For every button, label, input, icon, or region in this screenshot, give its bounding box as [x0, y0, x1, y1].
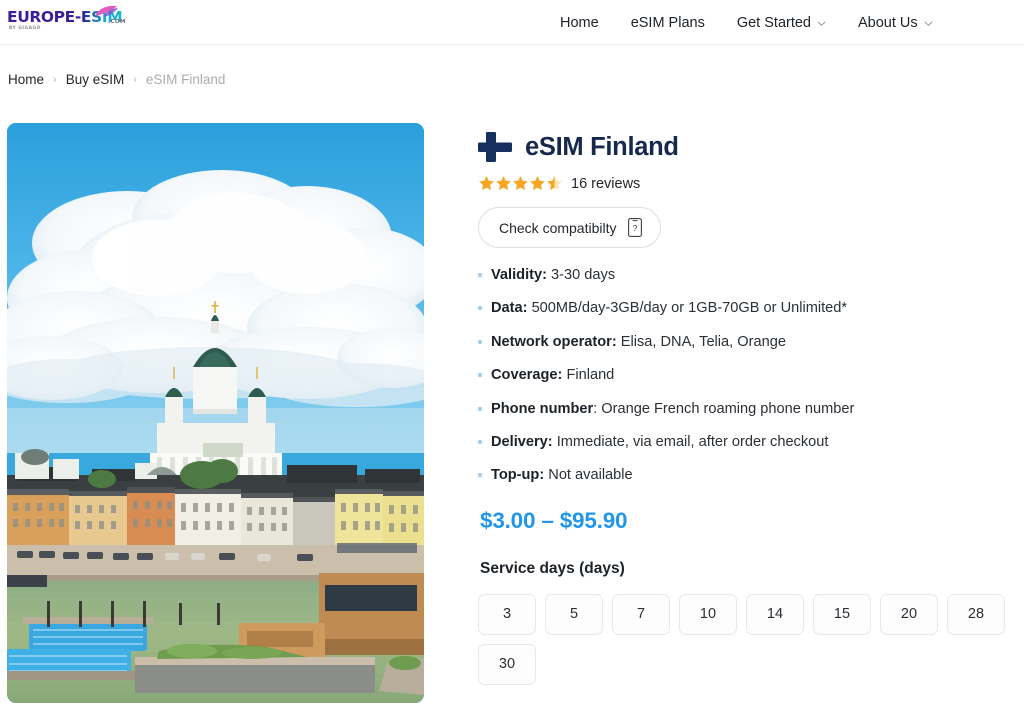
spec-item-network-operator: Network operator: Elisa, DNA, Telia, Ora… [478, 333, 1018, 352]
star-full-icon [479, 176, 494, 191]
spec-value: Elisa, DNA, Telia, Orange [620, 333, 786, 350]
star-half-icon [547, 176, 562, 191]
nav-label: About Us [858, 14, 918, 31]
nav-item-home[interactable]: Home [560, 15, 599, 31]
spec-value: Not available [548, 467, 633, 484]
price-range: $3.00 – $95.90 [480, 507, 628, 533]
chevron-down-icon [817, 19, 826, 28]
spec-label: Delivery: [491, 434, 553, 451]
spec-value: 3-30 days [551, 267, 616, 283]
product-details: eSIM Finland 16 reviews Check compatibil… [478, 132, 1018, 685]
variation-label: Service days (days) [480, 559, 625, 577]
service-days-options: 3 5 7 10 14 15 20 28 30 [478, 593, 1024, 685]
breadcrumb-item-buy-esim[interactable]: Buy eSIM [66, 72, 125, 87]
star-full-icon [513, 176, 528, 191]
spec-label: Phone number [491, 400, 594, 417]
product-title-row: eSIM Finland [478, 132, 1018, 162]
check-compatibility-button[interactable]: Check compatibilty ? [478, 207, 661, 248]
nav-label: Home [560, 14, 599, 31]
logo-domain-text: .COM [108, 19, 126, 25]
spec-item-validity: Validity: 3-30 days [478, 266, 1018, 285]
star-rating [478, 175, 563, 192]
spec-label: Coverage: [491, 367, 563, 384]
spec-value: : Orange French roaming phone number [593, 400, 855, 417]
review-count-label: 16 reviews [571, 175, 641, 192]
service-day-option[interactable]: 20 [880, 593, 938, 635]
spec-item-data: Data: 500MB/day-3GB/day or 1GB-70GB or U… [478, 299, 1018, 318]
nav-item-esim-plans[interactable]: eSIM Plans [631, 15, 705, 31]
breadcrumb-item-home[interactable]: Home [8, 72, 44, 87]
spec-value: 500MB/day-3GB/day or 1GB-70GB or Unlimit… [531, 300, 848, 317]
page-title: eSIM Finland [525, 132, 679, 161]
product-spec-list: Validity: 3-30 days Data: 500MB/day-3GB/… [478, 266, 1018, 486]
service-day-option[interactable]: 7 [612, 593, 670, 635]
spec-item-coverage: Coverage: Finland [478, 366, 1018, 385]
star-full-icon [530, 176, 545, 191]
service-day-option[interactable]: 15 [813, 593, 871, 635]
service-day-option[interactable]: 10 [679, 593, 737, 635]
spec-item-top-up: Top-up: Not available [478, 466, 1018, 485]
service-day-option[interactable]: 30 [478, 643, 536, 685]
finland-flag-cross-icon [478, 132, 512, 162]
product-page: EUROPE-ESIM .COM BY GIGAGO Home eSIM Pla… [0, 0, 1024, 703]
phone-question-icon: ? [627, 218, 642, 237]
spec-label: Validity: [491, 267, 547, 283]
breadcrumb-separator: › [53, 73, 57, 86]
breadcrumb-separator: › [133, 73, 137, 86]
star-full-icon [496, 176, 511, 191]
service-day-option[interactable]: 3 [478, 593, 536, 635]
nav-item-about-us[interactable]: About Us [858, 15, 933, 31]
breadcrumb: Home › Buy eSIM › eSIM Finland [8, 72, 225, 87]
service-day-option[interactable]: 14 [746, 593, 804, 635]
nav-label: eSIM Plans [630, 14, 705, 31]
helsinki-cityscape-illustration [7, 123, 424, 703]
logo-text-europe: EUROPE [7, 8, 75, 26]
logo-tagline: BY GIGAGO [9, 26, 41, 31]
spec-item-delivery: Delivery: Immediate, via email, after or… [478, 433, 1018, 452]
rating-row[interactable]: 16 reviews [478, 175, 1018, 192]
chevron-down-icon [924, 19, 933, 28]
nav-label: Get Started [736, 14, 811, 31]
breadcrumb-item-current: eSIM Finland [145, 72, 226, 87]
spec-label: Data: [491, 300, 528, 317]
main-navigation: Home eSIM Plans Get Started About Us [560, 0, 933, 45]
spec-label: Top-up: [491, 467, 545, 484]
spec-value: Immediate, via email, after order checko… [556, 434, 829, 451]
spec-value: Finland [566, 367, 615, 384]
logo-swoosh-icon [95, 5, 118, 17]
spec-item-phone-number: Phone number: Orange French roaming phon… [478, 400, 1018, 419]
product-image[interactable] [7, 123, 424, 703]
spec-label: Network operator: [491, 333, 617, 350]
check-compatibility-label: Check compatibilty [499, 219, 617, 236]
service-day-option[interactable]: 5 [545, 593, 603, 635]
service-day-option[interactable]: 28 [947, 593, 1005, 635]
logo-text-dash: - [74, 8, 81, 26]
site-logo[interactable]: EUROPE-ESIM .COM BY GIGAGO [7, 3, 127, 37]
site-header: EUROPE-ESIM .COM BY GIGAGO Home eSIM Pla… [0, 0, 1024, 45]
svg-text:?: ? [632, 223, 637, 233]
nav-item-get-started[interactable]: Get Started [737, 15, 826, 31]
